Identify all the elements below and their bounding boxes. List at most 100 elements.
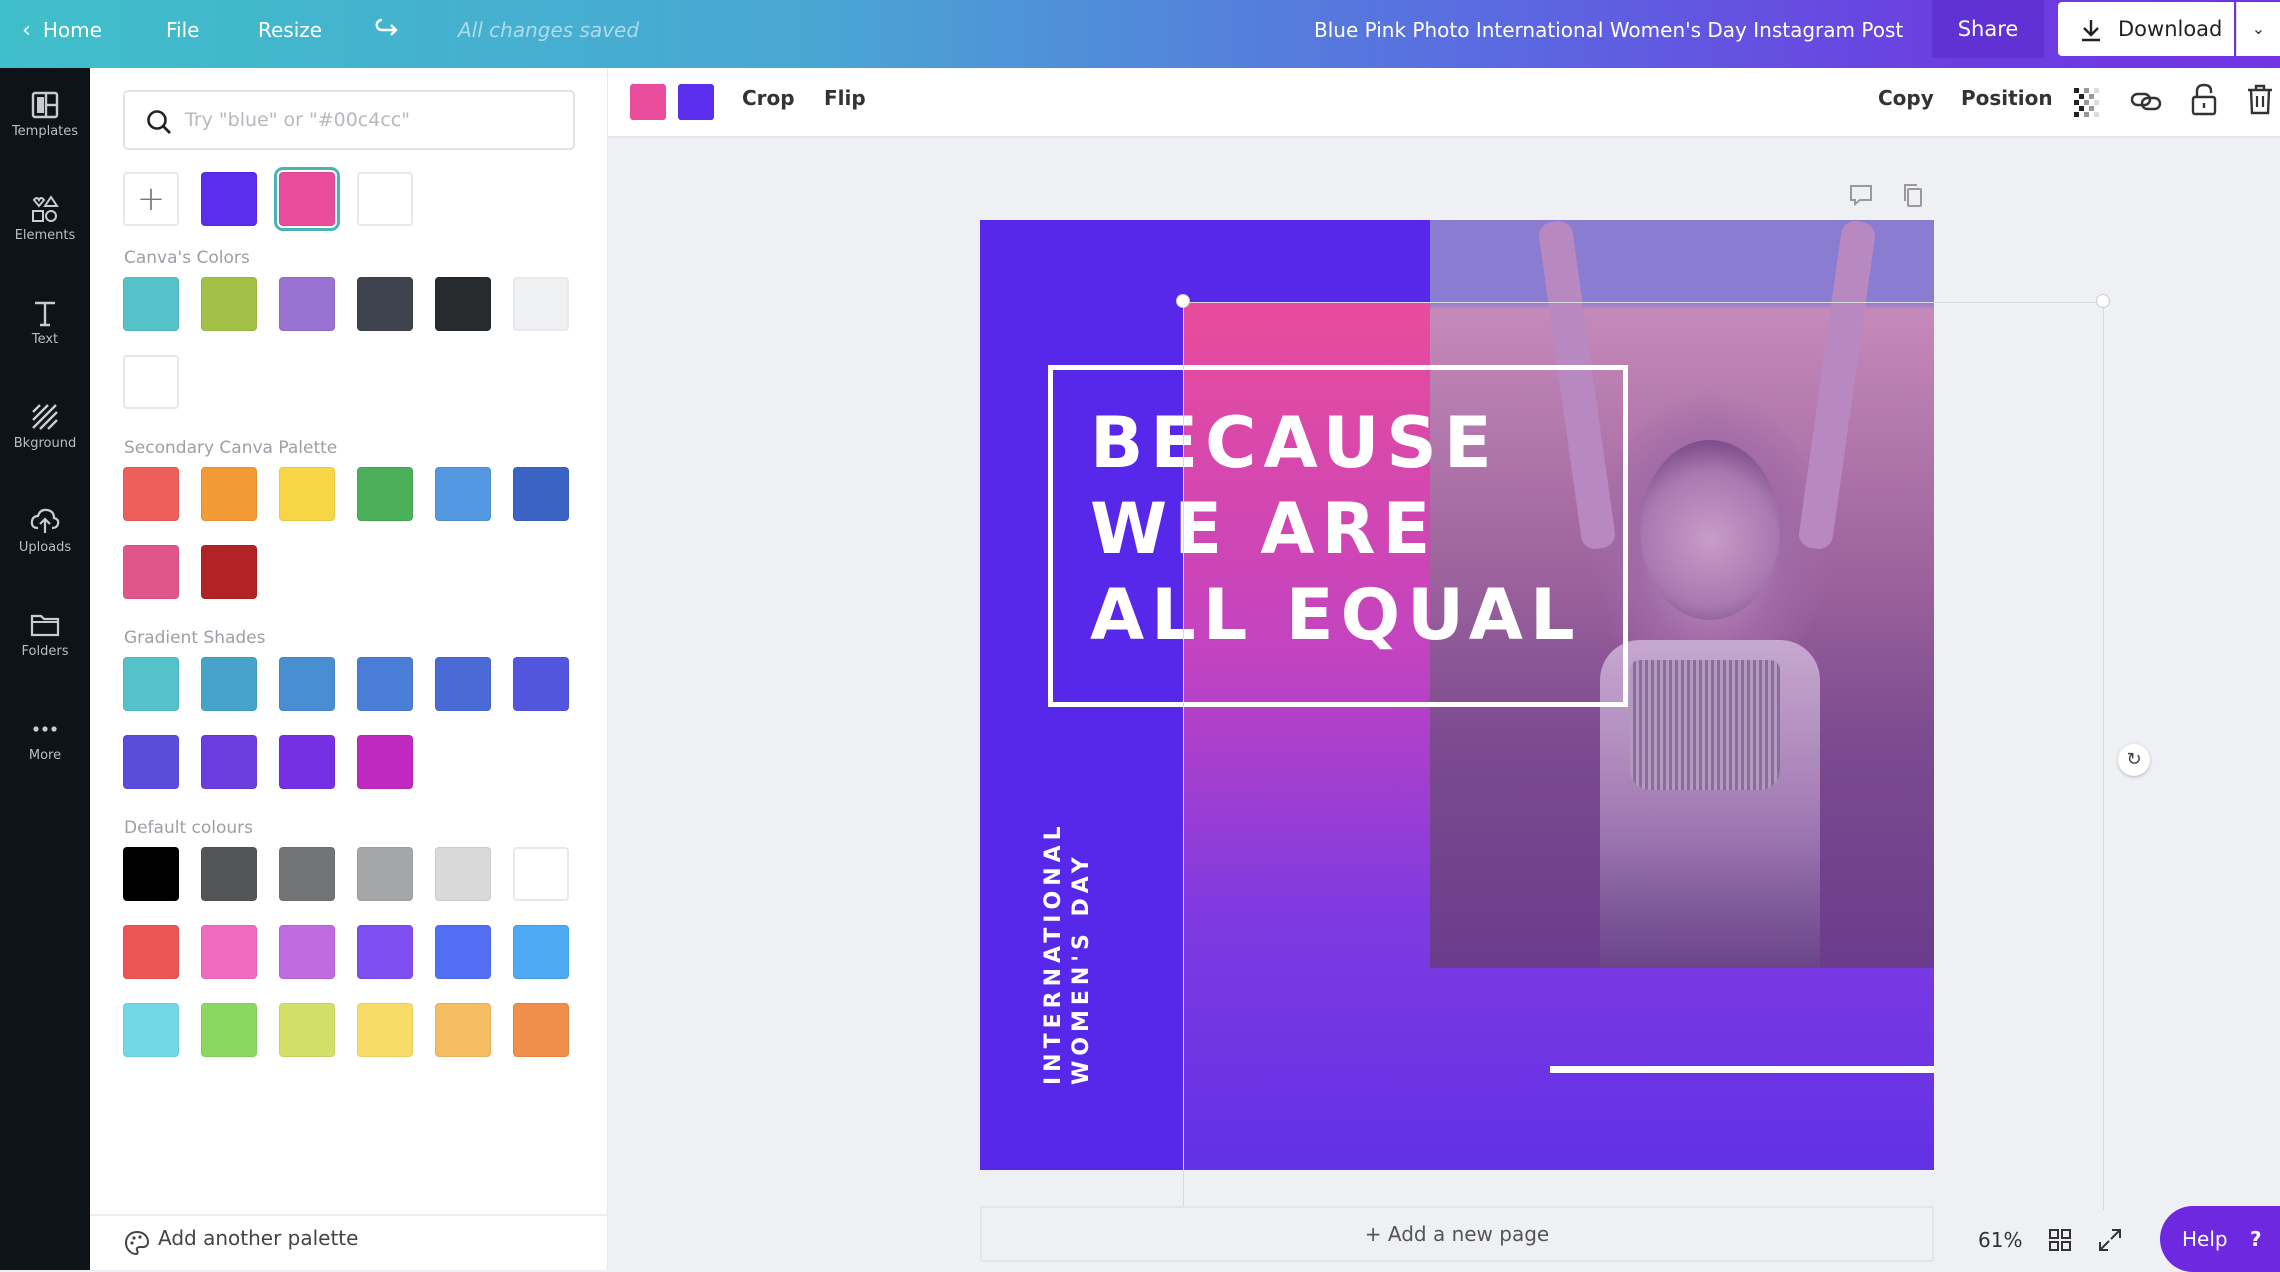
headline-text[interactable]: BECAUSE WE ARE ALL EQUAL: [1090, 400, 1582, 658]
white-line-shape[interactable]: [1550, 1066, 1934, 1073]
palette-color-swatch[interactable]: [513, 847, 569, 901]
resize-button[interactable]: Resize: [258, 0, 322, 68]
palette-color-swatch[interactable]: [279, 657, 335, 711]
palette-color-swatch[interactable]: [123, 545, 179, 599]
palette-color-swatch[interactable]: [201, 1003, 257, 1057]
palette-color-swatch[interactable]: [357, 735, 413, 789]
palette-color-swatch[interactable]: [513, 657, 569, 711]
rotate-handle[interactable]: ↻: [2118, 744, 2150, 776]
sidebar-item-more[interactable]: More: [0, 700, 90, 790]
palette-color-swatch[interactable]: [435, 657, 491, 711]
palette-color-swatch[interactable]: [435, 277, 491, 331]
background-icon: [32, 404, 58, 430]
sidebar-item-uploads[interactable]: Uploads: [0, 492, 90, 582]
document-color-swatch[interactable]: [274, 167, 340, 231]
delete-button[interactable]: [2246, 82, 2274, 120]
palette-color-swatch[interactable]: [513, 1003, 569, 1057]
palette-color-swatch[interactable]: [279, 847, 335, 901]
palette-color-swatch[interactable]: [513, 277, 569, 331]
sidebar-item-text[interactable]: Text: [0, 284, 90, 374]
palette-color-swatch[interactable]: [279, 467, 335, 521]
palette-color-swatch[interactable]: [201, 847, 257, 901]
vertical-text[interactable]: INTERNATIONAL WOMEN'S DAY: [1040, 821, 1120, 1085]
palette-color-swatch[interactable]: [123, 355, 179, 409]
selection-outline-right: [2103, 302, 2104, 1222]
palette-color-swatch[interactable]: [123, 657, 179, 711]
palette-color-swatch[interactable]: [201, 545, 257, 599]
palette-color-swatch[interactable]: [357, 657, 413, 711]
palette-color-swatch[interactable]: [435, 467, 491, 521]
sidebar-item-background[interactable]: Bkground: [0, 388, 90, 478]
palette-color-swatch[interactable]: [357, 847, 413, 901]
add-palette-button[interactable]: Add another palette: [90, 1214, 608, 1270]
palette-color-swatch[interactable]: [123, 847, 179, 901]
sidebar-item-templates[interactable]: Templates: [0, 76, 90, 166]
palette-color-swatch[interactable]: [279, 277, 335, 331]
palette-color-swatch[interactable]: [279, 925, 335, 979]
palette-color-swatch[interactable]: [123, 277, 179, 331]
palette-color-swatch[interactable]: [201, 657, 257, 711]
palette-color-swatch[interactable]: [201, 467, 257, 521]
add-color-button[interactable]: +: [123, 172, 179, 226]
text-icon: [35, 301, 55, 327]
transparency-button[interactable]: [2072, 86, 2102, 122]
help-button[interactable]: Help ?: [2160, 1206, 2280, 1272]
palette-color-swatch[interactable]: [279, 735, 335, 789]
save-status: All changes saved: [458, 18, 640, 42]
palette-color-swatch[interactable]: [435, 847, 491, 901]
crop-button[interactable]: Crop: [742, 86, 795, 110]
copy-button[interactable]: Copy: [1878, 86, 1934, 110]
palette-color-swatch[interactable]: [513, 467, 569, 521]
palette-color-swatch[interactable]: [357, 467, 413, 521]
file-menu[interactable]: File: [166, 0, 199, 68]
selection-outline-left: [1183, 302, 1184, 1222]
redo-button[interactable]: [372, 14, 402, 46]
sidebar-label: Folders: [21, 644, 69, 659]
palette-color-swatch[interactable]: [435, 925, 491, 979]
palette-color-swatch[interactable]: [513, 925, 569, 979]
resize-handle-top-right[interactable]: [2096, 294, 2110, 308]
color-search[interactable]: [123, 90, 575, 150]
document-title[interactable]: Blue Pink Photo International Women's Da…: [1314, 0, 1903, 68]
palette-color-swatch[interactable]: [201, 925, 257, 979]
headline-line: ALL EQUAL: [1090, 574, 1582, 656]
sidebar-label: Bkground: [13, 436, 77, 451]
palette-color-swatch[interactable]: [357, 925, 413, 979]
fullscreen-button[interactable]: [2098, 1228, 2122, 1256]
palette-color-swatch[interactable]: [201, 277, 257, 331]
document-color-swatch[interactable]: [357, 172, 413, 226]
resize-handle-top-left[interactable]: [1176, 294, 1190, 308]
duplicate-page-button[interactable]: [1900, 182, 1926, 212]
download-options-chevron-icon[interactable]: ⌄: [2236, 2, 2280, 56]
palette-color-swatch[interactable]: [201, 735, 257, 789]
share-button[interactable]: Share: [1932, 0, 2044, 58]
sidebar-label: Elements: [14, 228, 76, 243]
palette-color-swatch[interactable]: [357, 277, 413, 331]
palette-color-swatch[interactable]: [123, 467, 179, 521]
palette-color-swatch[interactable]: [357, 1003, 413, 1057]
lock-button[interactable]: [2190, 82, 2218, 120]
palette-color-swatch[interactable]: [435, 1003, 491, 1057]
flip-button[interactable]: Flip: [824, 86, 866, 110]
position-button[interactable]: Position: [1961, 86, 2053, 110]
palette-color-swatch[interactable]: [123, 925, 179, 979]
palette-color-swatch[interactable]: [123, 1003, 179, 1057]
add-page-button[interactable]: + Add a new page: [980, 1206, 1934, 1262]
toolbar-color-chip-purple[interactable]: [678, 84, 714, 120]
vertical-line: WOMEN'S DAY: [1069, 852, 1094, 1085]
palette-color-swatch[interactable]: [279, 1003, 335, 1057]
color-search-input[interactable]: [185, 100, 565, 140]
home-button[interactable]: ‹ Home: [22, 0, 102, 68]
link-button[interactable]: [2130, 86, 2162, 120]
page-notes-button[interactable]: [1848, 182, 1874, 212]
design-page[interactable]: BECAUSE WE ARE ALL EQUAL INTERNATIONAL W…: [980, 220, 1934, 1170]
sidebar-item-folders[interactable]: Folders: [0, 596, 90, 686]
download-button[interactable]: Download: [2058, 2, 2234, 56]
toolbar-color-chip-pink[interactable]: [630, 84, 666, 120]
sidebar-item-elements[interactable]: Elements: [0, 180, 90, 270]
grid-view-button[interactable]: [2048, 1228, 2072, 1256]
elements-icon: [32, 195, 59, 222]
document-color-swatch[interactable]: [201, 172, 257, 226]
palette-color-swatch[interactable]: [123, 735, 179, 789]
zoom-level[interactable]: 61%: [1978, 1228, 2022, 1252]
